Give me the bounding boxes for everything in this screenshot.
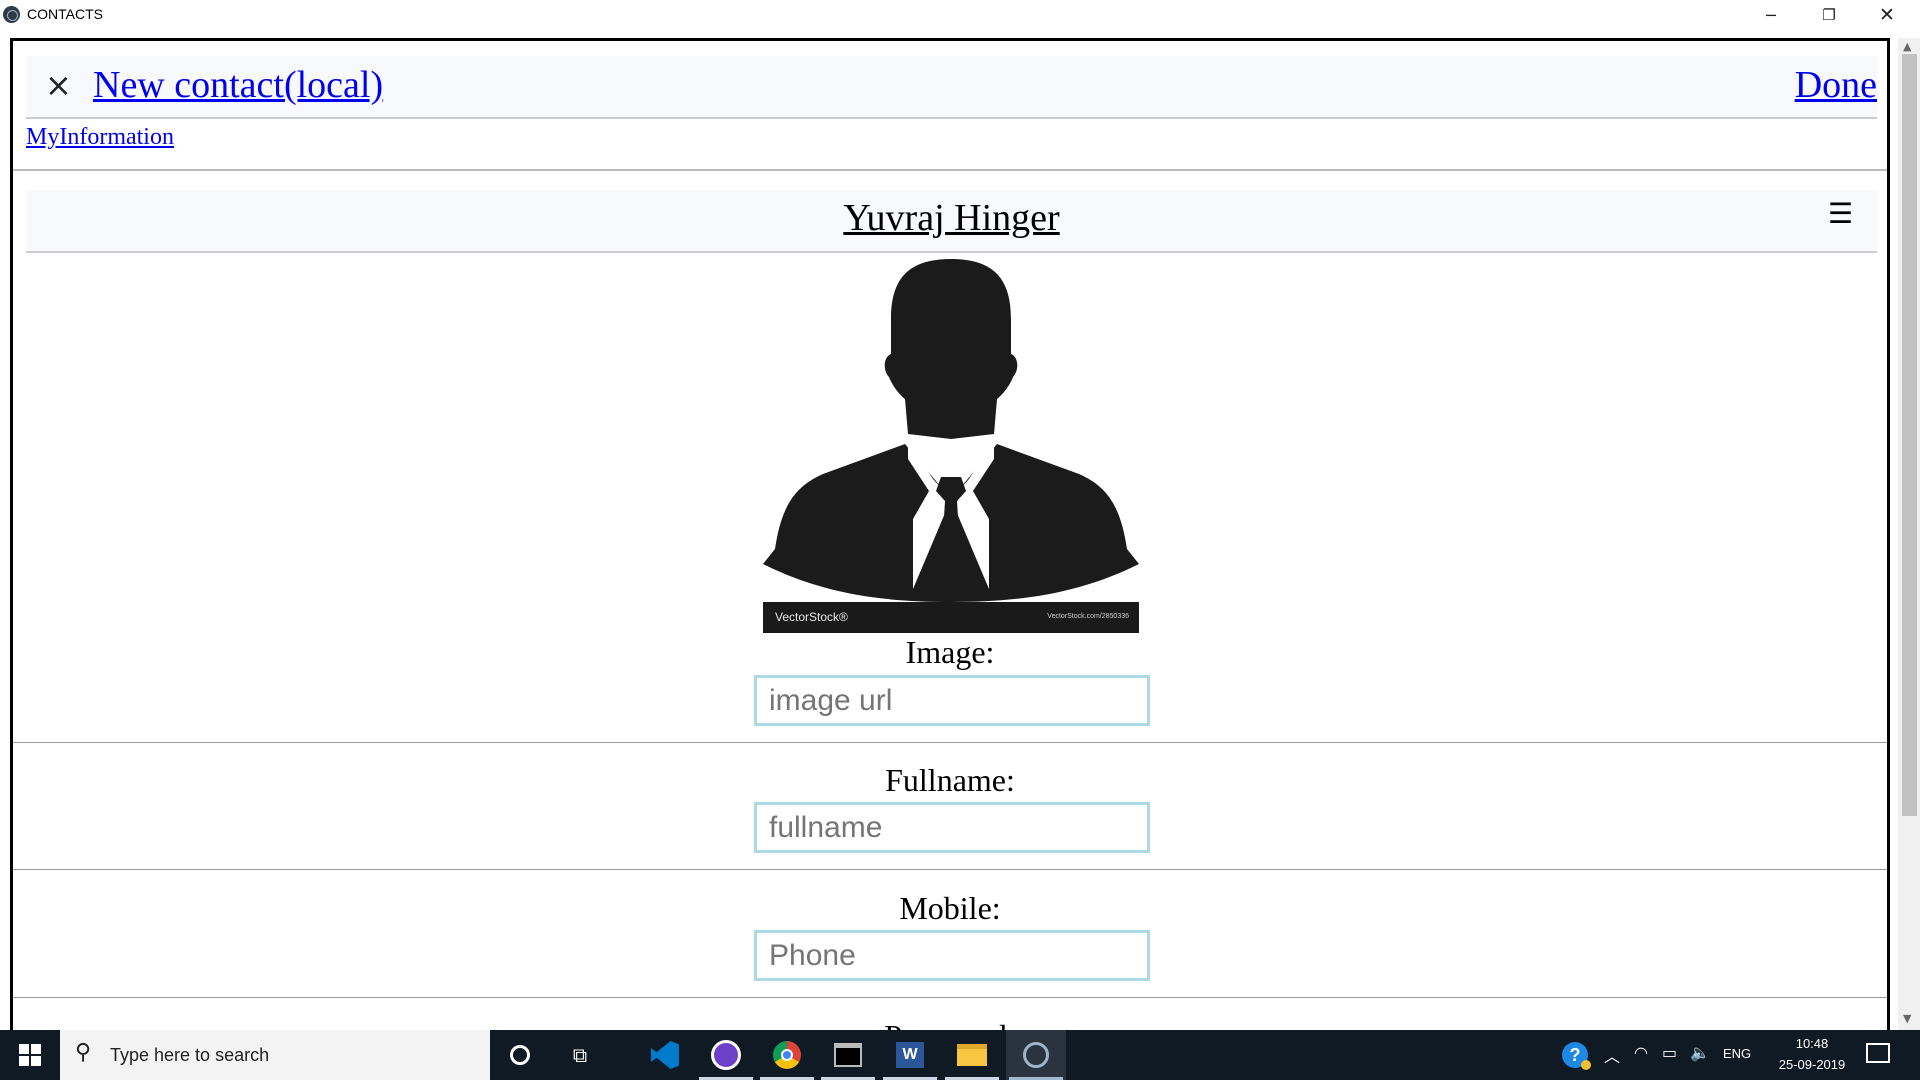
window-title-bar: CONTACTS ─ ❐ ✕ — [0, 0, 1920, 30]
clock-date[interactable]: 25-09-2019 — [1762, 1057, 1862, 1072]
contacts-app-icon[interactable] — [1006, 1030, 1066, 1080]
new-contact-header: × New contact(local) Done — [26, 56, 1877, 119]
app-icon — [3, 6, 20, 23]
task-view-icon[interactable]: ⧉ — [550, 1030, 610, 1080]
watermark-url: VectorStock.com/2850336 — [1047, 613, 1129, 620]
divider — [13, 869, 1887, 870]
chrome-icon[interactable] — [757, 1030, 817, 1080]
fullname-input[interactable] — [754, 802, 1150, 853]
person-silhouette-icon — [763, 259, 1139, 602]
github-desktop-icon[interactable] — [696, 1030, 756, 1080]
start-button[interactable] — [0, 1030, 60, 1080]
contact-avatar: VectorStock® VectorStock.com/2850336 — [763, 259, 1139, 633]
volume-icon[interactable]: 🔈 — [1690, 1043, 1710, 1062]
contact-name: Yuvraj Hinger — [843, 197, 1060, 239]
fullname-label: Fullname: — [885, 762, 1015, 798]
language-indicator[interactable]: ENG — [1723, 1046, 1751, 1061]
image-label: Image: — [905, 634, 995, 670]
watermark-brand: VectorStock® — [775, 610, 848, 624]
search-placeholder: Type here to search — [110, 1045, 270, 1065]
app-content: × New contact(local) Done MyInformation … — [10, 38, 1890, 1030]
restore-button[interactable]: ❐ — [1800, 0, 1858, 30]
new-contact-link[interactable]: New contact(local) — [93, 62, 383, 108]
clock-time[interactable]: 10:48 — [1762, 1036, 1862, 1051]
mobile-input[interactable] — [754, 930, 1150, 981]
done-link[interactable]: Done — [1795, 62, 1877, 108]
notification-icon[interactable] — [1866, 1043, 1890, 1063]
divider — [13, 169, 1887, 171]
window-title: CONTACTS — [27, 6, 103, 22]
image-url-input[interactable] — [754, 675, 1150, 726]
image-watermark-bar: VectorStock® VectorStock.com/2850336 — [763, 602, 1139, 633]
terminal-icon[interactable] — [818, 1030, 878, 1080]
chevron-up-icon[interactable]: ︿ — [1604, 1043, 1620, 1067]
cortana-icon[interactable] — [490, 1030, 550, 1080]
close-icon[interactable]: × — [45, 65, 72, 105]
scroll-up-arrow-icon[interactable]: ▲ — [1903, 40, 1911, 53]
taskbar: ⚲ Type here to search ⧉ W ? ︿ ◠ ▭ 🔈 ENG … — [0, 1030, 1920, 1080]
scrollbar-thumb[interactable] — [1902, 54, 1917, 816]
divider — [13, 997, 1887, 998]
taskbar-search-box[interactable]: ⚲ Type here to search — [60, 1030, 490, 1080]
search-icon: ⚲ — [75, 1040, 92, 1065]
vscode-icon[interactable] — [635, 1030, 695, 1080]
mobile-label: Mobile: — [899, 890, 1001, 926]
wifi-icon[interactable]: ◠ — [1634, 1043, 1648, 1062]
file-explorer-icon[interactable] — [942, 1030, 1002, 1080]
my-information-link[interactable]: MyInformation — [26, 124, 174, 151]
hamburger-menu-icon[interactable]: ☰ — [1828, 194, 1853, 234]
divider — [13, 742, 1887, 743]
scroll-down-arrow-icon[interactable]: ▼ — [1903, 1012, 1911, 1025]
windows-logo-icon — [19, 1044, 41, 1066]
minimize-button[interactable]: ─ — [1742, 0, 1800, 30]
contact-name-bar: Yuvraj Hinger ☰ — [26, 190, 1877, 253]
help-icon[interactable]: ? — [1562, 1042, 1591, 1070]
word-icon[interactable]: W — [880, 1030, 940, 1080]
close-window-button[interactable]: ✕ — [1858, 0, 1916, 30]
battery-icon[interactable]: ▭ — [1662, 1043, 1677, 1062]
password-label: Password: — [13, 1017, 1887, 1030]
